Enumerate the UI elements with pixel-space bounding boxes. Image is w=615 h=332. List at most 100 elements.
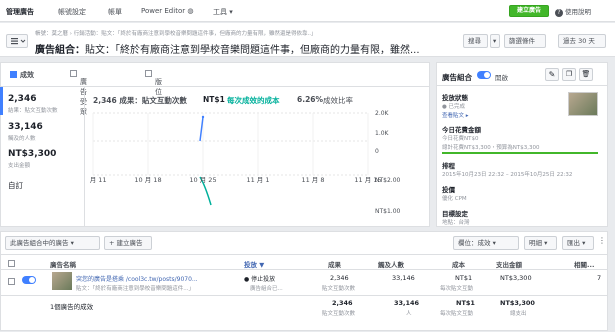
page-header: 帳號：莫之曆 › 行銷活動：貼文：「終於有廠商注意到學校音樂問題這件事，但廠商的… (0, 23, 615, 57)
delivery-label: 投放狀態 (442, 94, 468, 102)
budget-line2: 總計花費NT$3,300・預算為NT$3,300 (442, 145, 540, 151)
ad-status-toggle[interactable] (22, 276, 36, 284)
col-header-relevance[interactable]: 相關... (574, 259, 594, 269)
col-header-results[interactable]: 成果 (328, 259, 341, 269)
y-tick-label: NT$2.00 (375, 177, 401, 184)
schedule-value: 2015年10月23日 22:32 – 2015年10月25日 22:32 (442, 172, 573, 178)
total-cost-sub: 每次貼文互動 (440, 311, 474, 317)
y-tick-label: NT$1.00 (375, 208, 401, 215)
x-tick-label: 11 月 8 (301, 176, 324, 184)
adset-status-label: 開啟 (495, 74, 508, 82)
breadcrumb[interactable]: 帳號：莫之曆 › 行銷活動：貼文：「終於有廠商注意到學校音樂問題這件事，但廠商的… (35, 29, 430, 37)
checkbox-icon (145, 70, 152, 77)
table-settings-icon[interactable]: ⋮ (598, 236, 606, 245)
summary-custom-link[interactable]: 自訂 (8, 180, 23, 191)
total-results: 2,346 (332, 299, 353, 307)
y-tick-label: 1.0K (375, 130, 390, 137)
total-label: 1個廣告的成效 (50, 303, 94, 311)
search-dropdown-button[interactable]: ▾ (490, 34, 500, 48)
adset-status-toggle[interactable] (477, 71, 491, 79)
row-cost: NT$1 (455, 274, 473, 282)
summary-spent-value[interactable]: NT$3,300 (8, 149, 56, 159)
summary-spent-label: 支出金額 (8, 163, 31, 169)
create-ad-button[interactable]: 建立廣告 (509, 5, 549, 17)
chart-cost-value: NT$1 (203, 95, 225, 104)
tab-performance-label: 成效 (20, 71, 34, 79)
nav-power-editor[interactable]: Power Editor ◍ (141, 7, 193, 15)
create-ad-table-button[interactable]: + 建立廣告 (104, 236, 152, 250)
y-tick-label: 0 (375, 148, 379, 155)
export-dropdown[interactable]: 匯出 ▾ (562, 236, 594, 250)
row-results: 2,346 (330, 274, 349, 282)
audience-value: 地點：台灣 (442, 220, 470, 226)
view-switcher-button[interactable] (6, 34, 28, 48)
x-tick-label: 10 月 18 (134, 176, 161, 184)
tab-placement-label: 版位 (155, 78, 162, 96)
title-prefix: 廣告組合： (35, 45, 85, 56)
bid-value: 優化 CPM (442, 196, 467, 202)
col-header-spent[interactable]: 支出金額 (496, 259, 522, 269)
col-header-name[interactable]: 廣告名稱 (50, 259, 76, 269)
checkbox-icon (70, 70, 77, 77)
select-all-checkbox[interactable] (8, 260, 15, 267)
row-cost-sub: 每次貼文互動 (440, 286, 474, 292)
edit-icon[interactable]: ✎ (545, 68, 559, 81)
delivery-sub-link[interactable]: 查看貼文 ▸ (442, 111, 469, 119)
summary-results-value[interactable]: 2,346 (8, 94, 36, 104)
chart-grid (92, 112, 369, 176)
chart-rate-value: 6.26% (297, 95, 324, 104)
bid-label: 投價 (442, 186, 455, 194)
summary-reach-label: 觸及的人數 (8, 136, 36, 142)
ad-thumbnail (568, 92, 598, 116)
divider (0, 295, 608, 296)
col-header-cost[interactable]: 成本 (452, 259, 465, 269)
audience-label: 目標設定 (442, 210, 468, 218)
nav-manage-ads[interactable]: 管理廣告 (6, 7, 34, 17)
page-title: 廣告組合：貼文：「終於有廠商注意到學校音樂問題這件事，但廠商的力量有限，雖然..… (35, 41, 445, 56)
summary-results-label: 結果：貼文互動次數 (8, 108, 58, 114)
search-button[interactable]: 搜尋 (463, 34, 488, 48)
tab-audience[interactable]: 廣告受眾 (70, 70, 87, 116)
chart-ticks: 10 月 1110 月 1810 月 2511 月 111 月 811 月 15… (88, 110, 401, 215)
nav-billing[interactable]: 帳單 (108, 7, 122, 17)
x-tick-label: 10 月 25 (189, 176, 216, 184)
row-checkbox[interactable] (8, 278, 15, 285)
x-tick-label: 10 月 11 (88, 176, 107, 184)
columns-dropdown[interactable]: 欄位：成效 ▾ (453, 236, 519, 250)
title-text: 貼文：「終於有廠商注意到學校音樂問題這件事，但廠商的力量有限，雖然... (85, 45, 420, 56)
date-range-button[interactable]: 過去 30 天 (558, 34, 606, 48)
ads-scope-dropdown[interactable]: 此廣告組合中的廣告 ▾ (5, 236, 100, 250)
help-icon: ? (555, 9, 563, 17)
total-reach: 33,146 (394, 299, 420, 307)
row-results-sub: 貼文互動次數 (322, 286, 356, 292)
col-header-reach[interactable]: 觸及人數 (378, 259, 404, 269)
divider (0, 254, 608, 255)
summary-reach-value[interactable]: 33,146 (8, 122, 43, 132)
breakdown-dropdown[interactable]: 明細 ▾ (524, 236, 557, 250)
ad-name-link[interactable]: 突您的廣告是搭乘 /cool3c.tw/posts/9070... (76, 274, 236, 283)
adset-panel-title: 廣告組合 (442, 73, 472, 82)
tab-performance[interactable]: 成效 (10, 70, 34, 80)
x-tick-label: 11 月 1 (246, 176, 269, 184)
help-label: 使用說明 (565, 8, 591, 16)
row-relevance: 7 (597, 274, 602, 282)
data-point-results (201, 115, 205, 119)
divider (436, 85, 608, 86)
col-header-delivery[interactable]: 投放 ▼ (244, 259, 264, 269)
ad-delivery-status: ● 停止投放 (244, 276, 276, 283)
ad-row-thumbnail (52, 272, 72, 290)
ad-delivery-sub: 廣告組合已... (250, 286, 283, 292)
help-link[interactable]: ? 使用說明 (555, 6, 591, 17)
total-reach-sub: 人 (406, 311, 412, 317)
nav-tools[interactable]: 工具 ▾ (213, 7, 233, 17)
filter-button[interactable]: 篩選條件 (504, 34, 546, 48)
nav-account-settings[interactable]: 帳號設定 (58, 7, 86, 17)
tab-placement[interactable]: 版位 (145, 70, 162, 96)
duplicate-icon[interactable]: ❐ (562, 68, 576, 81)
budget-line1: 今日花費NT$0 (442, 136, 479, 142)
row-spent: NT$3,300 (500, 274, 532, 282)
divider (84, 87, 85, 227)
top-bar: 管理廣告 帳號設定 帳單 Power Editor ◍ 工具 ▾ 建立廣告 ? 使… (0, 0, 615, 22)
y-tick-label: 2.0K (375, 110, 390, 117)
trash-icon[interactable]: 🗑 (579, 68, 593, 81)
